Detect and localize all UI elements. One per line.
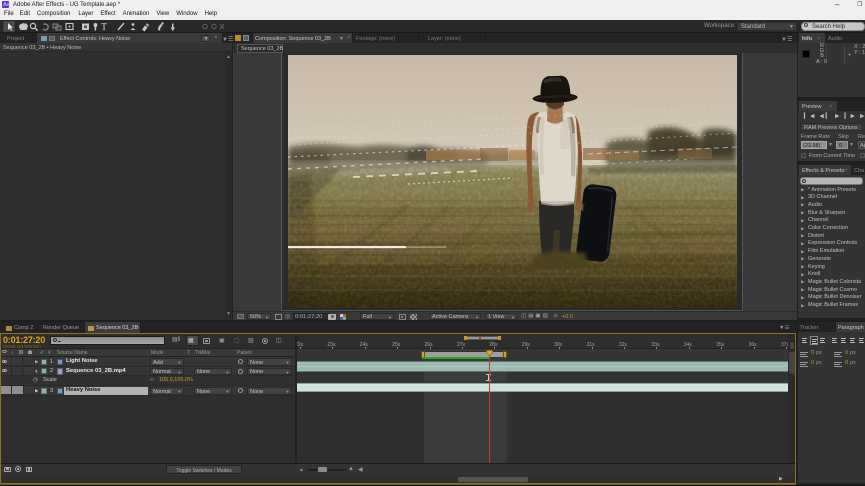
svg-text:T: T: [101, 22, 107, 33]
